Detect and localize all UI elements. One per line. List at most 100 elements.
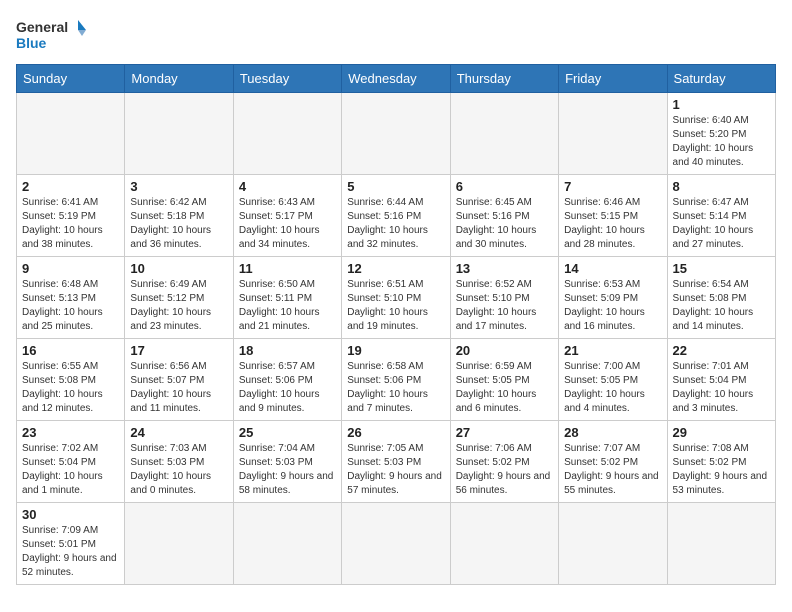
day-info: Sunrise: 6:55 AM Sunset: 5:08 PM Dayligh…: [22, 360, 119, 416]
day-info: Sunrise: 6:40 AM Sunset: 5:20 PM Dayligh…: [673, 114, 770, 170]
day-info: Sunrise: 7:09 AM Sunset: 5:01 PM Dayligh…: [22, 524, 119, 580]
day-number: 4: [239, 179, 336, 194]
day-info: Sunrise: 7:08 AM Sunset: 5:02 PM Dayligh…: [673, 442, 770, 498]
day-number: 12: [347, 261, 444, 276]
calendar-day: [559, 503, 667, 585]
day-number: 27: [456, 425, 553, 440]
calendar-day: 8Sunrise: 6:47 AM Sunset: 5:14 PM Daylig…: [667, 175, 775, 257]
calendar-week-row: 30 Sunrise: 7:09 AM Sunset: 5:01 PM Dayli…: [17, 503, 776, 585]
day-number: 8: [673, 179, 770, 194]
day-info: Sunrise: 7:05 AM Sunset: 5:03 PM Dayligh…: [347, 442, 444, 498]
calendar-day: 15 Sunrise: 6:54 AM Sunset: 5:08 PM Dayli…: [667, 257, 775, 339]
calendar-day: 23Sunrise: 7:02 AM Sunset: 5:04 PM Dayli…: [17, 421, 125, 503]
calendar-day: 10Sunrise: 6:49 AM Sunset: 5:12 PM Dayli…: [125, 257, 233, 339]
day-info: Sunrise: 6:59 AM Sunset: 5:05 PM Dayligh…: [456, 360, 553, 416]
day-info: Sunrise: 6:43 AM Sunset: 5:17 PM Dayligh…: [239, 196, 336, 252]
calendar-day: 27Sunrise: 7:06 AM Sunset: 5:02 PM Dayli…: [450, 421, 558, 503]
day-info: Sunrise: 6:42 AM Sunset: 5:18 PM Dayligh…: [130, 196, 227, 252]
day-info: Sunrise: 7:04 AM Sunset: 5:03 PM Dayligh…: [239, 442, 336, 498]
calendar-day: 22 Sunrise: 7:01 AM Sunset: 5:04 PM Dayli…: [667, 339, 775, 421]
day-info: Sunrise: 6:45 AM Sunset: 5:16 PM Dayligh…: [456, 196, 553, 252]
svg-text:Blue: Blue: [16, 35, 47, 51]
calendar-day: 2Sunrise: 6:41 AM Sunset: 5:19 PM Daylig…: [17, 175, 125, 257]
day-number: 25: [239, 425, 336, 440]
day-number: 26: [347, 425, 444, 440]
calendar-day: [450, 93, 558, 175]
day-number: 9: [22, 261, 119, 276]
calendar-day: 11 Sunrise: 6:50 AM Sunset: 5:11 PM Dayli…: [233, 257, 341, 339]
calendar-day: 1 Sunrise: 6:40 AM Sunset: 5:20 PM Daylig…: [667, 93, 775, 175]
calendar-week-row: 1 Sunrise: 6:40 AM Sunset: 5:20 PM Daylig…: [17, 93, 776, 175]
calendar-day: 29 Sunrise: 7:08 AM Sunset: 5:02 PM Dayli…: [667, 421, 775, 503]
day-info: Sunrise: 6:57 AM Sunset: 5:06 PM Dayligh…: [239, 360, 336, 416]
calendar-day: 4 Sunrise: 6:43 AM Sunset: 5:17 PM Daylig…: [233, 175, 341, 257]
day-number: 24: [130, 425, 227, 440]
weekday-header-thursday: Thursday: [450, 65, 558, 93]
day-info: Sunrise: 7:01 AM Sunset: 5:04 PM Dayligh…: [673, 360, 770, 416]
calendar-day: 30 Sunrise: 7:09 AM Sunset: 5:01 PM Dayli…: [17, 503, 125, 585]
day-number: 30: [22, 507, 119, 522]
day-info: Sunrise: 6:46 AM Sunset: 5:15 PM Dayligh…: [564, 196, 661, 252]
day-info: Sunrise: 6:51 AM Sunset: 5:10 PM Dayligh…: [347, 278, 444, 334]
weekday-header-wednesday: Wednesday: [342, 65, 450, 93]
calendar-day: 7 Sunrise: 6:46 AM Sunset: 5:15 PM Daylig…: [559, 175, 667, 257]
day-number: 6: [456, 179, 553, 194]
day-info: Sunrise: 7:07 AM Sunset: 5:02 PM Dayligh…: [564, 442, 661, 498]
day-number: 28: [564, 425, 661, 440]
day-info: Sunrise: 6:58 AM Sunset: 5:06 PM Dayligh…: [347, 360, 444, 416]
calendar-day: 14Sunrise: 6:53 AM Sunset: 5:09 PM Dayli…: [559, 257, 667, 339]
day-info: Sunrise: 7:00 AM Sunset: 5:05 PM Dayligh…: [564, 360, 661, 416]
calendar-day: 3Sunrise: 6:42 AM Sunset: 5:18 PM Daylig…: [125, 175, 233, 257]
day-info: Sunrise: 7:03 AM Sunset: 5:03 PM Dayligh…: [130, 442, 227, 498]
svg-text:General: General: [16, 19, 68, 35]
calendar-day: 25 Sunrise: 7:04 AM Sunset: 5:03 PM Dayli…: [233, 421, 341, 503]
day-number: 23: [22, 425, 119, 440]
calendar-day: [125, 93, 233, 175]
calendar: SundayMondayTuesdayWednesdayThursdayFrid…: [16, 64, 776, 585]
calendar-day: 12 Sunrise: 6:51 AM Sunset: 5:10 PM Dayli…: [342, 257, 450, 339]
day-info: Sunrise: 6:49 AM Sunset: 5:12 PM Dayligh…: [130, 278, 227, 334]
day-info: Sunrise: 6:50 AM Sunset: 5:11 PM Dayligh…: [239, 278, 336, 334]
calendar-week-row: 23Sunrise: 7:02 AM Sunset: 5:04 PM Dayli…: [17, 421, 776, 503]
day-number: 13: [456, 261, 553, 276]
day-number: 15: [673, 261, 770, 276]
calendar-day: 13 Sunrise: 6:52 AM Sunset: 5:10 PM Dayli…: [450, 257, 558, 339]
day-number: 7: [564, 179, 661, 194]
day-info: Sunrise: 6:52 AM Sunset: 5:10 PM Dayligh…: [456, 278, 553, 334]
calendar-day: [342, 93, 450, 175]
day-number: 5: [347, 179, 444, 194]
calendar-day: [125, 503, 233, 585]
logo: General Blue: [16, 16, 86, 54]
day-number: 22: [673, 343, 770, 358]
calendar-day: [450, 503, 558, 585]
calendar-day: 18 Sunrise: 6:57 AM Sunset: 5:06 PM Dayli…: [233, 339, 341, 421]
weekday-header-saturday: Saturday: [667, 65, 775, 93]
weekday-header-sunday: Sunday: [17, 65, 125, 93]
day-number: 19: [347, 343, 444, 358]
calendar-day: 20 Sunrise: 6:59 AM Sunset: 5:05 PM Dayli…: [450, 339, 558, 421]
day-number: 20: [456, 343, 553, 358]
day-info: Sunrise: 6:54 AM Sunset: 5:08 PM Dayligh…: [673, 278, 770, 334]
calendar-day: [233, 503, 341, 585]
weekday-header-row: SundayMondayTuesdayWednesdayThursdayFrid…: [17, 65, 776, 93]
header: General Blue: [16, 16, 776, 54]
calendar-day: 16 Sunrise: 6:55 AM Sunset: 5:08 PM Dayli…: [17, 339, 125, 421]
day-number: 16: [22, 343, 119, 358]
day-number: 18: [239, 343, 336, 358]
day-info: Sunrise: 6:56 AM Sunset: 5:07 PM Dayligh…: [130, 360, 227, 416]
calendar-day: [342, 503, 450, 585]
calendar-day: [667, 503, 775, 585]
day-number: 11: [239, 261, 336, 276]
calendar-body: 1 Sunrise: 6:40 AM Sunset: 5:20 PM Daylig…: [17, 93, 776, 585]
calendar-day: 21Sunrise: 7:00 AM Sunset: 5:05 PM Dayli…: [559, 339, 667, 421]
weekday-header-monday: Monday: [125, 65, 233, 93]
calendar-day: 28 Sunrise: 7:07 AM Sunset: 5:02 PM Dayli…: [559, 421, 667, 503]
calendar-day: 17Sunrise: 6:56 AM Sunset: 5:07 PM Dayli…: [125, 339, 233, 421]
day-number: 1: [673, 97, 770, 112]
calendar-day: [17, 93, 125, 175]
day-number: 29: [673, 425, 770, 440]
calendar-day: 5Sunrise: 6:44 AM Sunset: 5:16 PM Daylig…: [342, 175, 450, 257]
logo-svg: General Blue: [16, 16, 86, 54]
day-info: Sunrise: 6:41 AM Sunset: 5:19 PM Dayligh…: [22, 196, 119, 252]
calendar-day: 26 Sunrise: 7:05 AM Sunset: 5:03 PM Dayli…: [342, 421, 450, 503]
